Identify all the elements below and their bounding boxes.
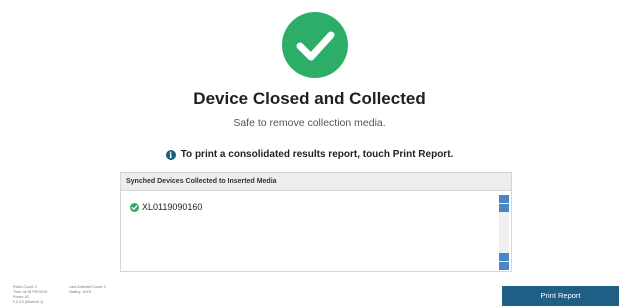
- scroll-top-button[interactable]: [499, 195, 509, 203]
- scroll-up-button[interactable]: [499, 204, 509, 212]
- footer-text: 0.0.0.0 (Ethernet 1): [13, 300, 44, 304]
- panel-header: Synched Devices Collected to Inserted Me…: [121, 173, 511, 191]
- page-subtitle: Safe to remove collection media.: [233, 117, 386, 129]
- print-report-button[interactable]: Print Report: [502, 286, 619, 306]
- success-check-icon: [282, 12, 348, 78]
- footer-col-1: Public Count: 0 Time: 04:35 PM 03/19 Pow…: [13, 285, 47, 305]
- synched-devices-panel: Synched Devices Collected to Inserted Me…: [120, 172, 512, 272]
- info-icon: i: [165, 149, 176, 160]
- status-footer: Public Count: 0 Time: 04:35 PM 03/19 Pow…: [13, 285, 106, 305]
- scrollbar[interactable]: [499, 195, 509, 270]
- footer-col-2: Last Collected Count: 0 Battery: 100%: [69, 285, 105, 305]
- list-item: XL0119090160: [130, 202, 202, 212]
- check-circle-icon: [130, 202, 139, 212]
- device-id: XL0119090160: [142, 202, 203, 212]
- info-message: i To print a consolidated results report…: [0, 149, 619, 160]
- scroll-bottom-button[interactable]: [499, 262, 509, 270]
- footer-text: Battery: 100%: [69, 290, 92, 294]
- scroll-down-button[interactable]: [499, 253, 509, 261]
- page-title: Device Closed and Collected: [193, 89, 426, 108]
- info-text: To print a consolidated results report, …: [180, 149, 454, 160]
